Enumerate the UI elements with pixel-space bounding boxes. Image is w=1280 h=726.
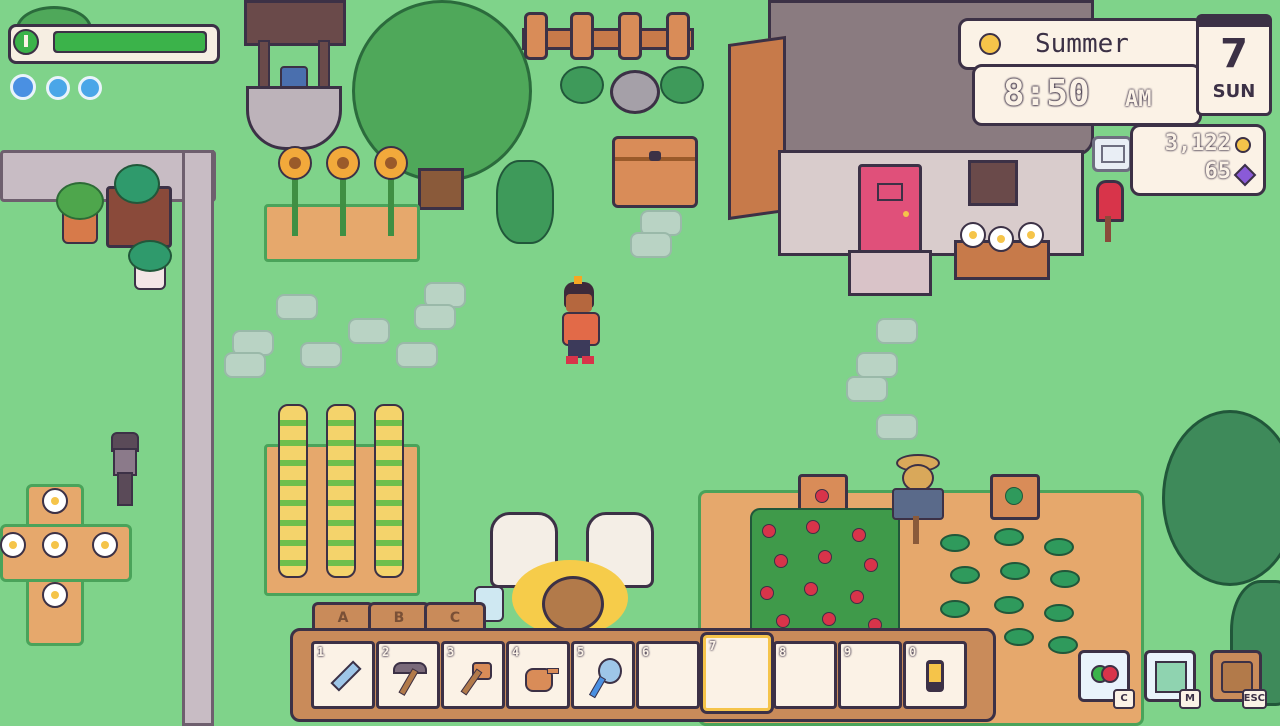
mailbox[interactable] — [1096, 180, 1124, 242]
corn-crop — [326, 404, 356, 578]
stepping-stone — [856, 352, 898, 378]
gold-coin-icon — [1235, 137, 1251, 153]
mail-icon — [1092, 136, 1132, 172]
net-icon — [584, 658, 622, 699]
watering-can-icon — [519, 658, 559, 696]
mana-orb-icon — [46, 76, 70, 100]
energy-bar — [8, 24, 220, 64]
stepping-stone — [224, 352, 266, 378]
stepping-stone — [630, 232, 672, 258]
calendar-icon[interactable]: 7 SUN — [1196, 14, 1272, 116]
heart-icon — [1091, 663, 1119, 687]
stepping-stone — [300, 342, 342, 368]
bush — [660, 66, 704, 104]
mana-orb-icon — [78, 76, 102, 100]
day-name: SUN — [1212, 81, 1256, 102]
bush — [496, 160, 554, 244]
round-table — [542, 576, 604, 632]
tree — [1162, 410, 1280, 586]
storage-chest[interactable] — [612, 136, 698, 208]
time-label: 8:50 — [1003, 73, 1090, 114]
time-panel: 8:50 AM — [972, 64, 1202, 126]
energy-bar-fill — [55, 33, 205, 51]
stepping-stone — [876, 318, 918, 344]
hotbar-slot-3[interactable]: 3 — [441, 641, 505, 709]
hotbar-slot-1[interactable]: 1 — [311, 641, 375, 709]
scarecrow — [890, 454, 944, 546]
power-icon — [13, 29, 39, 55]
potted-plant — [114, 164, 160, 204]
stepping-stone — [846, 376, 888, 402]
hotbar-slot-6[interactable]: 6 — [636, 641, 700, 709]
potted-plant — [128, 240, 172, 290]
axe-icon — [454, 658, 492, 696]
player-character — [556, 276, 602, 366]
stepping-stone — [276, 294, 318, 320]
gold-amount: 3,122 — [1164, 131, 1231, 156]
sword-icon — [324, 658, 362, 696]
season-panel: Summer — [958, 18, 1204, 70]
stepping-stone — [396, 342, 438, 368]
collection-button[interactable]: C — [1078, 650, 1135, 709]
hotbar: 1 2 3 4 5 6 7 8 9 0 — [290, 628, 996, 722]
sun-icon — [979, 33, 1001, 55]
hotbar-slot-2[interactable]: 2 — [376, 641, 440, 709]
sunflower — [374, 146, 408, 180]
rock — [610, 70, 660, 114]
tomato-plants — [750, 508, 900, 642]
mana-orb-icon — [10, 74, 36, 100]
bush — [560, 66, 604, 104]
door-steps — [848, 250, 932, 296]
health-orbs — [10, 74, 110, 102]
hotbar-slot-9[interactable]: 9 — [838, 641, 902, 709]
corn-crop — [278, 404, 308, 578]
game-screen: { "hud": { "energy_icon": "power-icon", … — [0, 0, 1280, 726]
flower-bed — [0, 484, 132, 646]
pickaxe-icon — [389, 658, 427, 696]
house-door[interactable] — [858, 164, 922, 256]
gem-amount: 65 — [1204, 159, 1232, 184]
corn-crop — [374, 404, 404, 578]
hotbar-slot-4[interactable]: 4 — [506, 641, 570, 709]
day-number: 7 — [1220, 31, 1248, 77]
phone-icon — [916, 658, 954, 696]
season-label: Summer — [1035, 29, 1129, 59]
currency-panel: 3,122 65 — [1130, 124, 1266, 196]
ampm-label: AM — [1125, 87, 1152, 112]
stepping-stone — [414, 304, 456, 330]
gem-icon — [1233, 163, 1257, 187]
sunflower — [326, 146, 360, 180]
hotbar-slot-5[interactable]: 5 — [571, 641, 635, 709]
hotbar-slot-8[interactable]: 8 — [773, 641, 837, 709]
stepping-stone — [348, 318, 390, 344]
stone-wall-vertical — [182, 150, 214, 726]
hotbar-slot-0[interactable]: 0 — [903, 641, 967, 709]
hotbar-slot-7[interactable]: 7 — [703, 635, 771, 711]
house-window — [968, 160, 1018, 206]
energy-bar-track — [53, 31, 207, 53]
menu-button[interactable]: ESC — [1210, 650, 1267, 709]
well — [244, 0, 346, 150]
stepping-stone — [876, 414, 918, 440]
potted-flower — [56, 182, 104, 244]
map-button[interactable]: M — [1144, 650, 1201, 709]
sunflower — [278, 146, 312, 180]
